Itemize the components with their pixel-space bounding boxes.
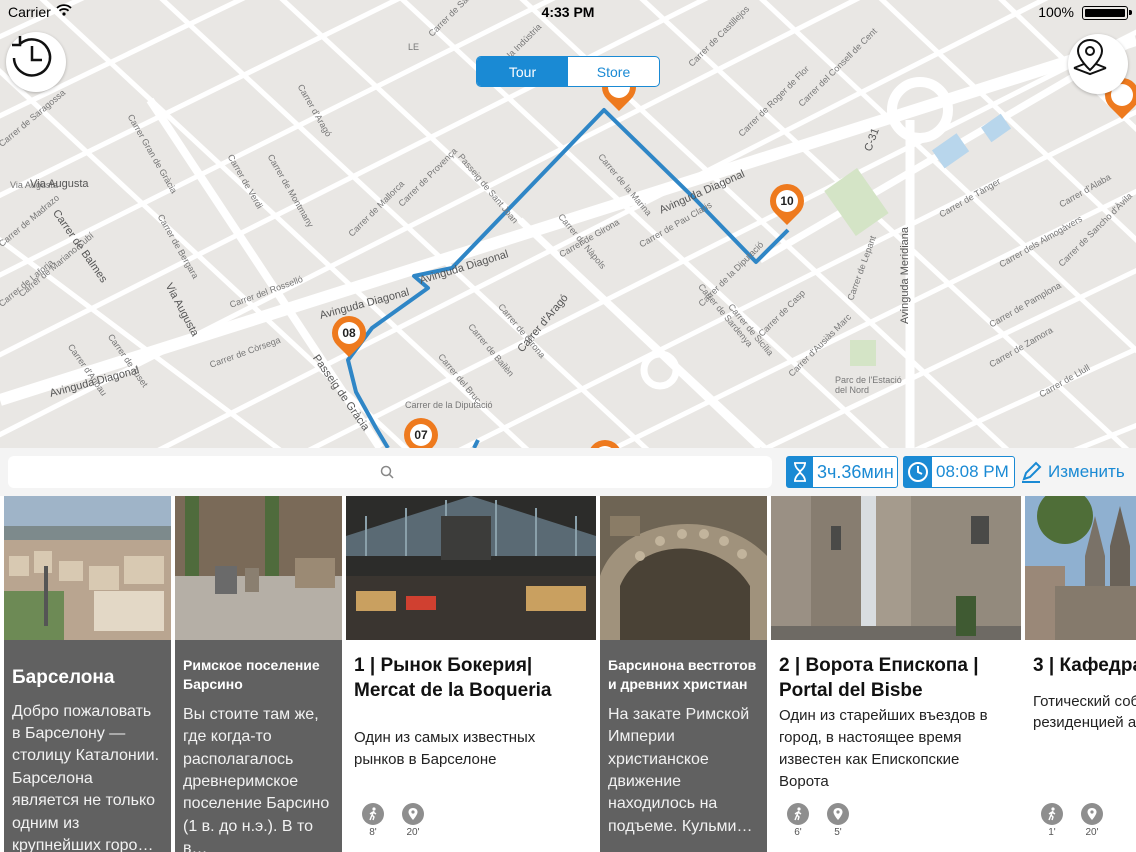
card-photo <box>346 496 596 640</box>
pencil-icon <box>1022 461 1042 483</box>
card-title: Римское поселение Барсино <box>183 657 320 692</box>
tour-cards-carousel[interactable]: Барселона Добро пожаловать в Барселону —… <box>0 496 1136 852</box>
duration-label: 3ч.36мин <box>817 461 894 482</box>
duration-button[interactable]: 3ч.36мин <box>786 456 898 488</box>
battery-icon <box>1082 6 1132 20</box>
card-description: На закате Римской Империи христианское д… <box>608 705 753 835</box>
card-metrics: 1' 20' <box>1039 803 1105 838</box>
status-bar: Carrier 4:33 PM 100% <box>0 0 1136 24</box>
walking-icon <box>369 807 377 821</box>
card-photo <box>1025 496 1136 640</box>
map-pin-icon <box>1073 38 1107 76</box>
history-button[interactable] <box>6 32 66 92</box>
street-label: Carrer de la Diputació <box>405 400 493 410</box>
search-icon <box>380 465 394 479</box>
walk-time: 8' <box>360 803 386 838</box>
card-title: Барселона <box>12 667 115 688</box>
street-label: Via Augusta <box>30 178 89 190</box>
visit-time: 20' <box>1079 803 1105 838</box>
end-time-label: 08:08 PM <box>936 462 1009 481</box>
card-description: Готический собор является резиденцией ар… <box>1033 692 1136 732</box>
card-photo <box>771 496 1021 640</box>
walking-icon <box>1048 807 1056 821</box>
card-body: Римское поселение Барсино Вы стоите там … <box>175 640 342 852</box>
walk-time: 1' <box>1039 803 1065 838</box>
locate-button[interactable] <box>1068 34 1128 94</box>
card-body: Барсинона вестготов и древних христиан Н… <box>600 640 767 852</box>
card-photo <box>175 496 342 640</box>
clock-history-icon <box>12 36 52 77</box>
park-label: Parc de l'Estació del Nord <box>835 375 902 395</box>
battery-percent: 100% <box>1038 4 1074 20</box>
walking-icon <box>794 807 802 821</box>
route-toolbar: 3ч.36мин 08:08 PM Изменить <box>0 448 1136 496</box>
visit-time: 5' <box>825 803 851 838</box>
walk-time: 6' <box>785 803 811 838</box>
tour-card[interactable]: 2 | Ворота Епископа | Portal del Bisbe О… <box>771 496 1021 852</box>
tab-tour[interactable]: Tour <box>477 57 568 86</box>
end-time-button[interactable]: 08:08 PM <box>903 456 1015 488</box>
search-input[interactable] <box>8 456 772 488</box>
location-icon <box>1087 808 1097 820</box>
tour-store-switch: Tour Store <box>476 56 660 87</box>
visit-time: 20' <box>400 803 426 838</box>
card-metrics: 8' 20' <box>360 803 426 838</box>
clock-icon <box>904 457 932 487</box>
tour-card[interactable]: Барсинона вестготов и древних христиан Н… <box>600 496 767 852</box>
card-description: Один из самых известных рынков в Барсело… <box>354 729 536 769</box>
tour-stop-marker[interactable]: 08 <box>324 308 374 360</box>
street-label: LE <box>408 42 420 52</box>
tour-card[interactable]: Барселона Добро пожаловать в Барселону —… <box>4 496 171 852</box>
street-label: Avinguda Meridiana <box>899 226 911 324</box>
card-body: 3 | Кафедральный Собор Барселоны Готичес… <box>1025 640 1136 852</box>
tab-store[interactable]: Store <box>568 57 659 86</box>
tour-stop-marker[interactable]: 07 <box>396 410 446 448</box>
edit-button[interactable]: Изменить <box>1020 456 1125 488</box>
location-icon <box>833 808 843 820</box>
tour-stop-marker[interactable] <box>580 432 630 448</box>
card-description: Один из старейших въездов в город, в нас… <box>779 707 988 790</box>
card-title: Барсинона вестготов и древних христиан <box>608 657 757 692</box>
card-photo <box>600 496 767 640</box>
card-title: 3 | Кафедральный Собор Барселоны <box>1033 655 1136 676</box>
card-metrics: 6' 5' <box>785 803 851 838</box>
card-body: 2 | Ворота Епископа | Portal del Bisbe О… <box>771 640 1021 852</box>
tour-stop-marker[interactable]: 10 <box>762 176 812 228</box>
card-body: Барселона Добро пожаловать в Барселону —… <box>4 640 171 852</box>
card-description: Добро пожаловать в Барселону — столицу К… <box>12 702 160 852</box>
tour-card[interactable]: Римское поселение Барсино Вы стоите там … <box>175 496 342 852</box>
hourglass-icon <box>787 457 813 487</box>
clock: 4:33 PM <box>541 4 595 20</box>
location-icon <box>408 808 418 820</box>
map-view[interactable]: Via Augusta Via Augusta Carrer de Balmes… <box>0 0 1136 448</box>
card-title: 1 | Рынок Бокерия| Mercat de la Boqueria <box>354 655 552 701</box>
edit-label: Изменить <box>1048 462 1125 481</box>
card-title: 2 | Ворота Епископа | Portal del Bisbe <box>779 655 979 701</box>
tour-card[interactable]: 3 | Кафедральный Собор Барселоны Готичес… <box>1025 496 1136 852</box>
card-description: Вы стоите там же, где когда-то располага… <box>183 705 330 852</box>
card-body: 1 | Рынок Бокерия| Mercat de la Boqueria… <box>346 640 596 852</box>
tour-card[interactable]: 1 | Рынок Бокерия| Mercat de la Boqueria… <box>346 496 596 852</box>
card-photo <box>4 496 171 640</box>
